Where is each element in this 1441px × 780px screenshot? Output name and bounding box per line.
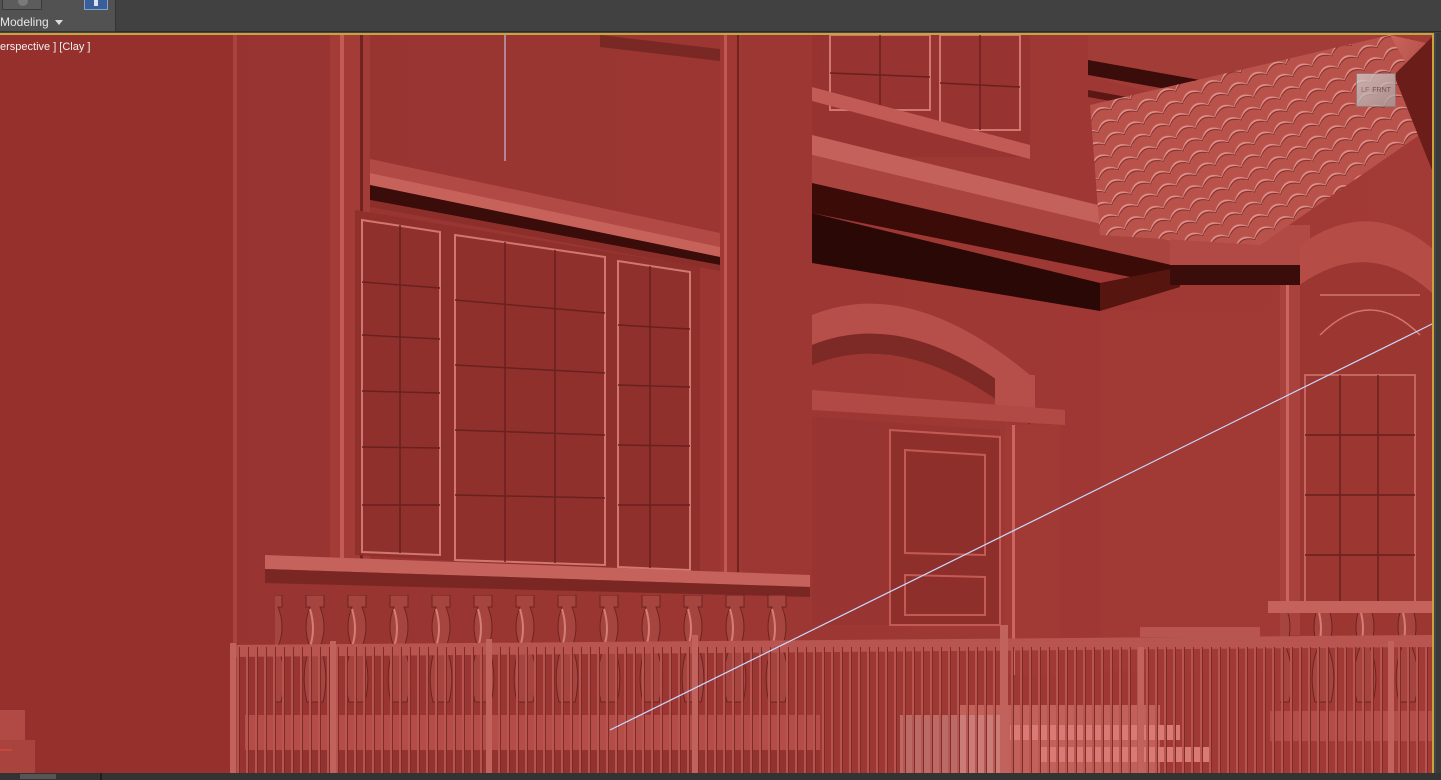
ribbon-group: Modeling <box>0 0 116 32</box>
status-bar <box>0 773 1441 780</box>
viewport-label[interactable]: erspective ] [Clay ] <box>0 41 90 53</box>
viewcube-front-face: FRNT <box>1372 86 1391 94</box>
chevron-down-icon <box>54 20 63 25</box>
main-toolbar: Modeling <box>0 0 1441 32</box>
clay-scene <box>0 35 1432 773</box>
status-bar-divider <box>100 773 102 780</box>
modeling-label: Modeling <box>0 15 49 29</box>
modeling-dropdown[interactable]: Modeling <box>0 14 63 30</box>
selection-icon[interactable] <box>84 0 108 10</box>
object-paint-icon[interactable] <box>2 0 42 10</box>
perspective-viewport[interactable]: erspective ] [Clay ] LF FRNT <box>0 33 1434 773</box>
viewport-right-border <box>1436 33 1441 773</box>
viewcube[interactable]: LF FRNT <box>1356 73 1396 107</box>
status-bar-field <box>20 774 56 779</box>
viewcube-left-face: LF <box>1361 86 1370 94</box>
